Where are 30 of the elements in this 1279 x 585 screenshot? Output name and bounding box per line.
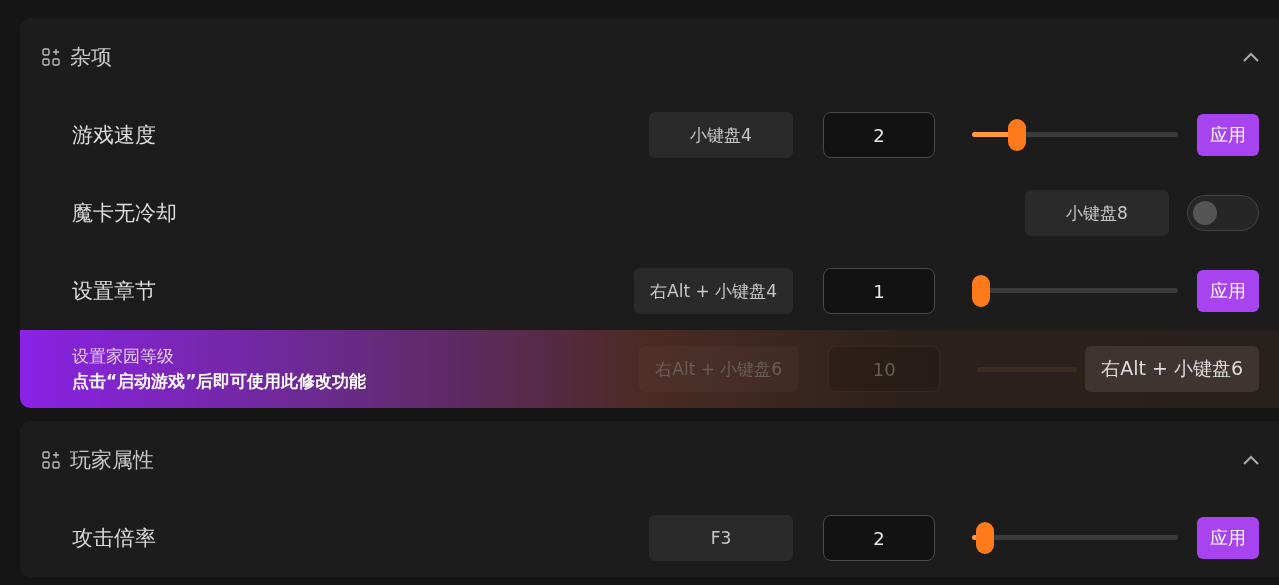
notice-text: 点击“启动游戏”后即可使用此修改功能 xyxy=(72,370,368,393)
value-input[interactable]: 2 xyxy=(823,515,935,561)
slider[interactable] xyxy=(972,275,1178,307)
slider-thumb[interactable] xyxy=(972,275,990,307)
value-input[interactable]: 1 xyxy=(823,268,935,314)
apply-button[interactable]: 应用 xyxy=(1197,517,1259,559)
setting-label: 设置家园等级 xyxy=(72,345,175,368)
slider-thumb[interactable] xyxy=(1007,119,1026,151)
grid-icon xyxy=(42,48,60,66)
setting-label: 攻击倍率 xyxy=(72,525,157,552)
apply-button[interactable]: 应用 xyxy=(1197,114,1259,156)
chevron-icon[interactable] xyxy=(1243,52,1259,62)
value-input[interactable]: 2 xyxy=(823,112,935,158)
setting-label: 游戏速度 xyxy=(72,122,157,149)
setting-label: 设置章节 xyxy=(72,278,157,305)
hotkey-button[interactable]: 小键盘8 xyxy=(1025,190,1169,236)
hotkey-button[interactable]: F3 xyxy=(649,515,793,561)
apply-button[interactable]: 应用 xyxy=(1197,270,1259,312)
slider[interactable] xyxy=(972,119,1178,151)
toggle-switch[interactable] xyxy=(1187,195,1259,231)
chevron-icon[interactable] xyxy=(1243,455,1259,465)
section-title: 玩家属性 xyxy=(70,447,155,474)
hotkey-button[interactable]: 右Alt + 小键盘6 xyxy=(1085,346,1259,392)
grid-icon xyxy=(42,451,60,469)
hotkey-button[interactable]: 小键盘4 xyxy=(649,112,793,158)
section-title: 杂项 xyxy=(70,44,113,71)
hotkey-button[interactable]: 右Alt + 小键盘4 xyxy=(634,268,793,314)
setting-label: 魔卡无冷却 xyxy=(72,200,178,227)
slider-thumb[interactable] xyxy=(975,522,994,554)
slider[interactable] xyxy=(972,522,1178,554)
